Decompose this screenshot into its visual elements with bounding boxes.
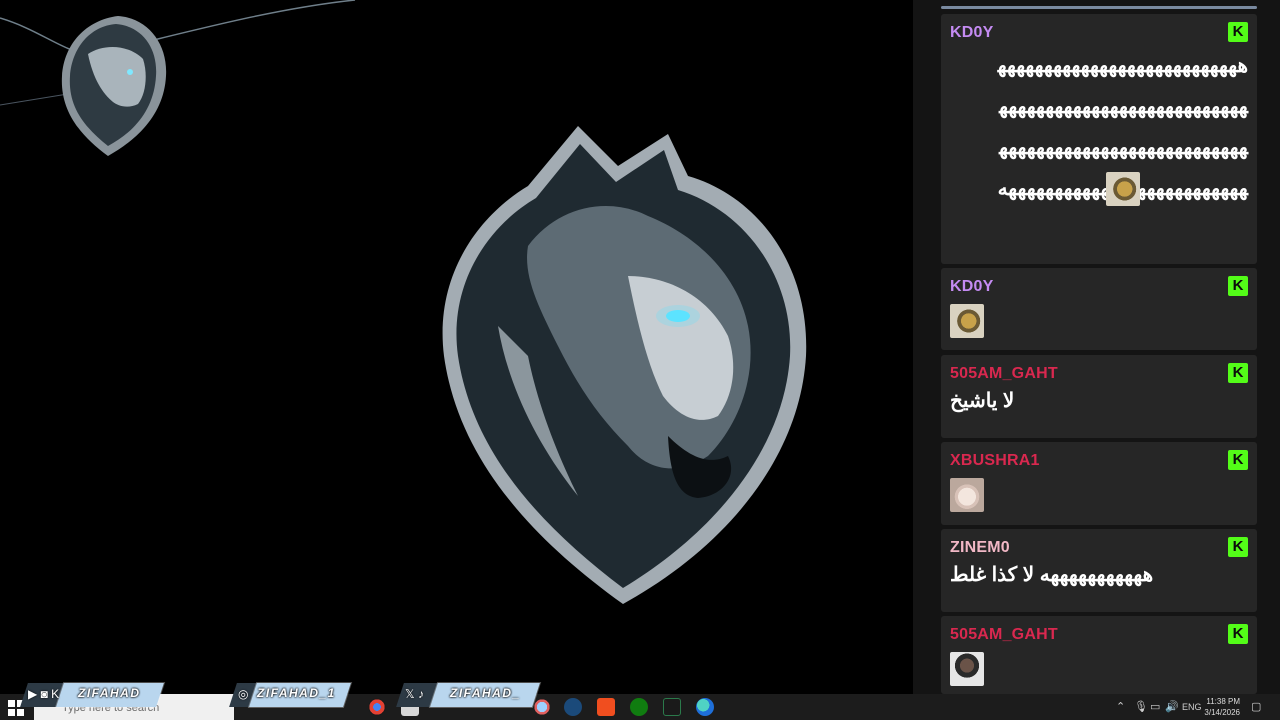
wasp-emote	[950, 304, 984, 338]
lion-logo-small	[61, 16, 167, 156]
chat-username: KD0Y	[950, 278, 994, 295]
kick-badge-icon: K	[1228, 624, 1248, 644]
chat-text: لا ياشيخ	[950, 390, 1015, 412]
cat-emote	[950, 478, 984, 512]
kick-badge-icon: K	[1228, 363, 1248, 383]
chat-message: ZINEM0 K هههههههههههه لا كذا غلط	[941, 529, 1257, 612]
network-icon[interactable]: ▭	[1150, 700, 1160, 713]
excel-icon[interactable]	[663, 698, 681, 716]
social-icons-kick: ▶ ◙ K	[28, 687, 60, 701]
kick-badge-icon: K	[1228, 450, 1248, 470]
chat-message: KD0Y K ههههههههههههههههههههههههههههههههه…	[941, 14, 1257, 264]
kick-username: ZIFAHAD	[78, 686, 141, 700]
chat-username: KD0Y	[950, 24, 994, 41]
kick-badge-icon: K	[1228, 276, 1248, 296]
chat-username: XBUSHRA1	[950, 452, 1040, 469]
chat-message: XBUSHRA1 K	[941, 442, 1257, 525]
chat-username: ZINEM0	[950, 539, 1010, 556]
xbox-icon[interactable]	[630, 698, 648, 716]
chat-message: 505AM_GAHT K	[941, 616, 1257, 694]
chat-text: هههههههههههههههههههههههههههههههههههههههه…	[997, 55, 1248, 200]
chat-username: 505AM_GAHT	[950, 365, 1058, 382]
instagram-username: ZIFAHAD_1	[257, 686, 336, 700]
steam-icon[interactable]	[564, 698, 582, 716]
chrome-icon[interactable]	[368, 698, 386, 716]
browser-icon[interactable]	[533, 698, 551, 716]
chevron-up-icon[interactable]: ⌃	[1116, 700, 1125, 713]
wasp-emote	[1106, 172, 1140, 206]
clock-time[interactable]: 11:38 PM	[1180, 697, 1240, 706]
kick-badge-icon: K	[1228, 537, 1248, 557]
chat-scroll-indicator	[941, 6, 1257, 9]
instagram-icon: ◎	[238, 687, 249, 701]
clock-date[interactable]: 3/14/2026	[1180, 708, 1240, 717]
notifications-icon[interactable]: ▢	[1251, 700, 1261, 713]
x-tiktok-icons: 𝕏 ♪	[405, 687, 425, 701]
chat-message: KD0Y K	[941, 268, 1257, 350]
wallpaper-wire	[0, 0, 356, 106]
brave-icon[interactable]	[597, 698, 615, 716]
kick-badge-icon: K	[1228, 22, 1248, 42]
chat-username: 505AM_GAHT	[950, 626, 1058, 643]
chat-message: 505AM_GAHT K لا ياشيخ	[941, 355, 1257, 438]
microphone-icon[interactable]: 🎙	[1134, 700, 1148, 713]
x-tiktok-username: ZIFAHAD_	[450, 686, 521, 700]
chat-text: هههههههههههه لا كذا غلط	[950, 564, 1154, 586]
lion-logo-large	[442, 126, 807, 604]
face-emote	[950, 652, 984, 686]
volume-icon[interactable]: 🔊	[1165, 700, 1179, 713]
edge-icon[interactable]	[696, 698, 714, 716]
